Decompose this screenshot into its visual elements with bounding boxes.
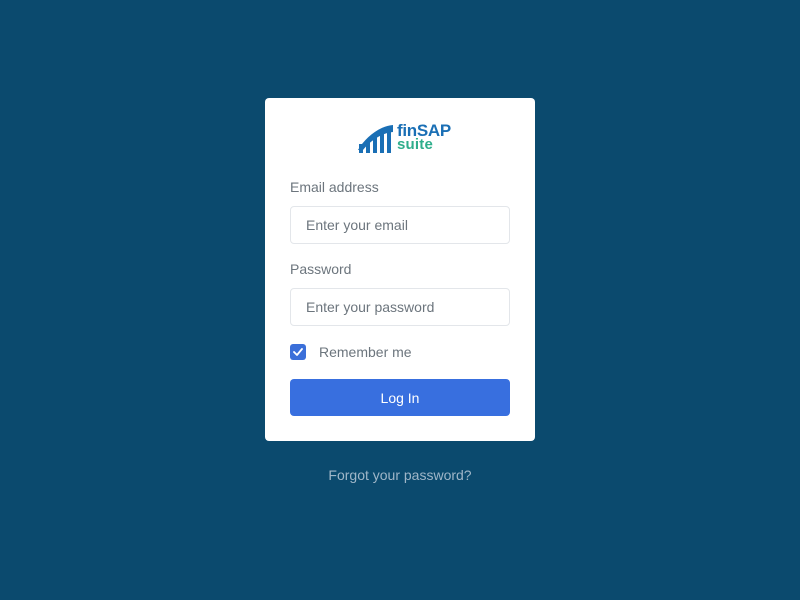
password-label: Password: [290, 261, 352, 277]
email-input[interactable]: [290, 206, 510, 244]
remember-me-checkbox[interactable]: [290, 344, 306, 360]
password-input[interactable]: [290, 288, 510, 326]
bar-chart-logo-icon: [358, 125, 393, 153]
finsap-logo: finSAP suite: [357, 122, 451, 156]
forgot-password-link[interactable]: Forgot your password?: [328, 467, 471, 483]
remember-me-label: Remember me: [319, 344, 412, 360]
remember-me-row[interactable]: Remember me: [290, 343, 412, 361]
forgot-password-row: Forgot your password?: [0, 467, 800, 483]
logo-brand-bottom: suite: [397, 136, 434, 153]
login-button[interactable]: Log In: [290, 379, 510, 416]
check-icon: [293, 348, 303, 356]
email-label: Email address: [290, 179, 379, 195]
login-card: finSAP suite Email address Password Reme…: [265, 98, 535, 441]
